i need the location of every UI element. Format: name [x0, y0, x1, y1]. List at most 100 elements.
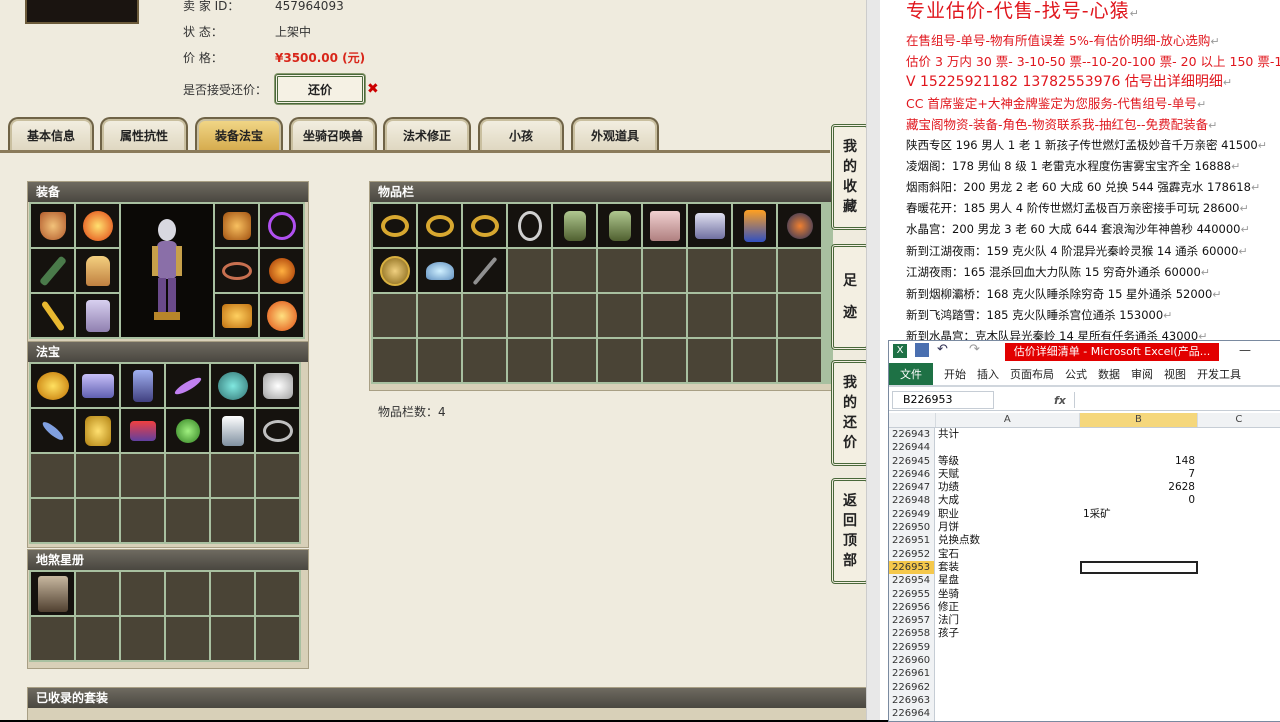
cell-c[interactable]	[1198, 641, 1280, 654]
name-box[interactable]: B226953	[892, 391, 994, 409]
row-number[interactable]: 226959	[889, 640, 935, 655]
cell-b[interactable]	[1080, 681, 1198, 694]
row-number[interactable]: 226947	[889, 481, 935, 495]
corner-cell[interactable]	[889, 413, 936, 427]
empty-slot[interactable]	[256, 617, 299, 660]
empty-slot[interactable]	[256, 572, 299, 615]
empty-slot[interactable]	[211, 454, 254, 497]
empty-slot[interactable]	[373, 339, 416, 382]
cell-b[interactable]	[1080, 641, 1198, 654]
treasure-slot[interactable]	[31, 364, 74, 407]
empty-slot[interactable]	[121, 572, 164, 615]
tab-appearance[interactable]: 外观道具	[571, 117, 659, 152]
ribbon-tab-data[interactable]: 数据	[1098, 366, 1120, 382]
empty-slot[interactable]	[778, 249, 821, 292]
row-number[interactable]: 226945	[889, 454, 935, 468]
row-number[interactable]: 226958	[889, 627, 935, 641]
treasure-slot[interactable]	[76, 409, 119, 452]
empty-slot[interactable]	[31, 617, 74, 660]
cell-b[interactable]	[1080, 588, 1198, 601]
cell-b[interactable]: 1采矿	[1080, 508, 1198, 521]
empty-slot[interactable]	[688, 249, 731, 292]
staff-slot[interactable]	[31, 294, 74, 337]
ribbon-tab-layout[interactable]: 页面布局	[1010, 366, 1054, 382]
empty-slot[interactable]	[76, 572, 119, 615]
empty-slot[interactable]	[31, 454, 74, 497]
row-number[interactable]: 226962	[889, 680, 935, 694]
cell-a[interactable]: 孩子	[935, 627, 1080, 640]
treasure-slot[interactable]	[166, 364, 209, 407]
cell-a[interactable]: 月饼	[935, 521, 1080, 534]
empty-slot[interactable]	[463, 339, 506, 382]
row-number[interactable]: 226963	[889, 693, 935, 708]
cell-a[interactable]: 星盘	[935, 574, 1080, 587]
boots-item[interactable]	[688, 204, 731, 247]
row-number[interactable]: 226943	[889, 428, 935, 442]
cell-a[interactable]	[935, 441, 1080, 454]
page-scrollbar[interactable]	[866, 0, 880, 720]
treasure-slot[interactable]	[256, 364, 299, 407]
cell-b[interactable]	[1080, 574, 1198, 587]
weapon-slot[interactable]	[31, 249, 74, 292]
belt-slot[interactable]	[215, 249, 258, 292]
empty-slot[interactable]	[211, 572, 254, 615]
cell-c[interactable]	[1198, 707, 1280, 720]
cell-a[interactable]: 等级	[935, 455, 1080, 468]
tab-spell-correction[interactable]: 法术修正	[383, 117, 471, 152]
cell-a[interactable]	[935, 681, 1080, 694]
ribbon-tab-formulas[interactable]: 公式	[1065, 366, 1087, 382]
counter-offer-button[interactable]: 还价	[275, 74, 365, 104]
cell-a[interactable]	[935, 641, 1080, 654]
necklace-slot[interactable]	[76, 204, 119, 247]
cell-b[interactable]	[1080, 441, 1198, 454]
row-number[interactable]: 226944	[889, 441, 935, 455]
empty-slot[interactable]	[553, 249, 596, 292]
needle-item[interactable]	[463, 249, 506, 292]
empty-slot[interactable]	[31, 499, 74, 542]
empty-slot[interactable]	[643, 339, 686, 382]
tab-basic-info[interactable]: 基本信息	[8, 117, 94, 152]
cell-b[interactable]: 148	[1080, 455, 1198, 468]
cell-c[interactable]	[1198, 654, 1280, 667]
empty-slot[interactable]	[166, 572, 209, 615]
cell-a[interactable]	[935, 654, 1080, 667]
cell-a[interactable]	[935, 667, 1080, 680]
ribbon-tab-home[interactable]: 开始	[944, 366, 966, 382]
cell-a[interactable]: 天赋	[935, 468, 1080, 481]
empty-slot[interactable]	[166, 454, 209, 497]
empty-slot[interactable]	[553, 339, 596, 382]
row-number[interactable]: 226955	[889, 587, 935, 601]
row-number[interactable]: 226957	[889, 614, 935, 628]
blue-hat-item[interactable]	[418, 249, 461, 292]
minimize-button[interactable]: —	[1239, 343, 1251, 357]
cell-c[interactable]	[1198, 601, 1280, 614]
empty-slot[interactable]	[508, 294, 551, 337]
empty-slot[interactable]	[778, 294, 821, 337]
cell-c[interactable]	[1198, 441, 1280, 454]
empty-slot[interactable]	[643, 249, 686, 292]
empty-slot[interactable]	[418, 339, 461, 382]
cell-c[interactable]	[1198, 468, 1280, 481]
row-number[interactable]: 226956	[889, 600, 935, 615]
cell-a[interactable]: 修正	[935, 601, 1080, 614]
empty-slot[interactable]	[733, 339, 776, 382]
row-number[interactable]: 226960	[889, 654, 935, 668]
pink-cloth-item[interactable]	[643, 204, 686, 247]
cell-c[interactable]	[1198, 428, 1280, 441]
cell-c[interactable]	[1198, 561, 1280, 574]
helmet-slot[interactable]	[31, 204, 74, 247]
cell-b[interactable]: 0	[1080, 494, 1198, 507]
row-number[interactable]: 226951	[889, 534, 935, 548]
column-header-c[interactable]: C	[1198, 413, 1280, 427]
cell-a[interactable]: 兑换点数	[935, 534, 1080, 547]
empty-slot[interactable]	[76, 454, 119, 497]
flame-orb-slot[interactable]	[260, 294, 303, 337]
tab-attributes[interactable]: 属性抗性	[100, 117, 188, 152]
armor-slot[interactable]	[76, 249, 119, 292]
treasure-slot[interactable]	[166, 409, 209, 452]
empty-slot[interactable]	[418, 294, 461, 337]
empty-slot[interactable]	[256, 454, 299, 497]
file-tab[interactable]: 文件	[889, 363, 933, 385]
cell-a[interactable]	[935, 694, 1080, 707]
cell-c[interactable]	[1198, 508, 1280, 521]
